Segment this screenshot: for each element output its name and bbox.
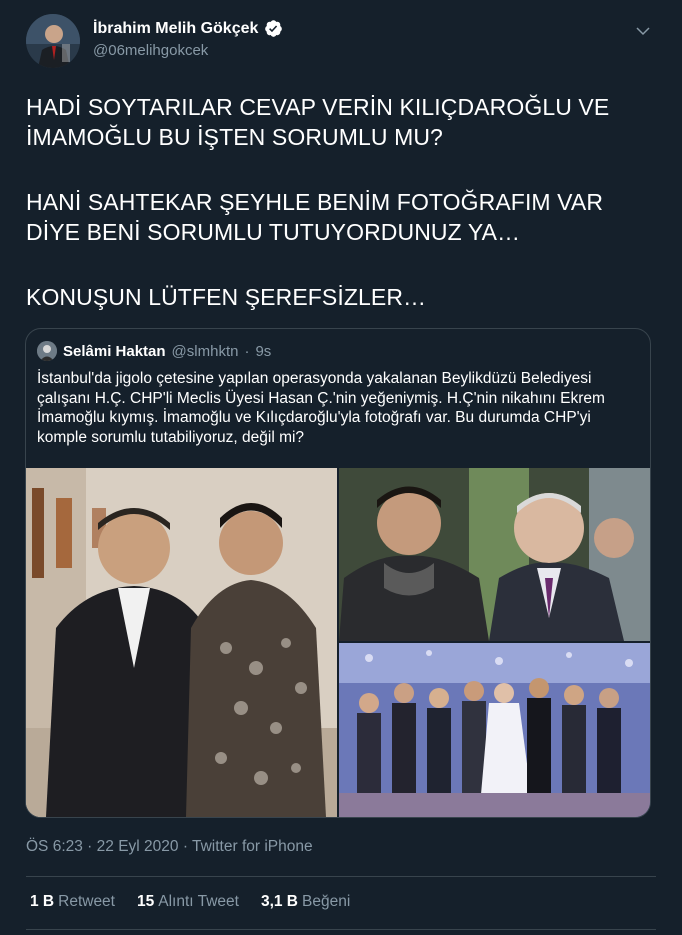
like-stat[interactable]: 3,1 B Beğeni	[261, 893, 350, 911]
quoted-media	[26, 468, 650, 817]
like-count[interactable]: 3,1 B	[261, 893, 298, 910]
author-handle[interactable]: @06melihgokcek	[93, 42, 208, 59]
author-name[interactable]: İbrahim Melih Gökçek	[93, 19, 283, 38]
retweet-label[interactable]: Retweet	[58, 893, 115, 910]
quoted-time: 9s	[255, 342, 272, 360]
tweet-paragraph: HADİ SOYTARILAR CEVAP VERİN KILIÇDAROĞLU…	[26, 94, 610, 150]
verified-badge-icon	[265, 20, 283, 37]
like-label[interactable]: Beğeni	[302, 893, 350, 910]
quoted-separator: ·	[244, 342, 250, 360]
quoted-text: İstanbul'da jigolo çetesine yapılan oper…	[37, 370, 605, 446]
retweet-stat[interactable]: 1 B Retweet	[30, 893, 115, 911]
quote-label[interactable]: Alıntı Tweet	[158, 893, 239, 910]
photo-3[interactable]	[339, 643, 650, 817]
quoted-header: Selâmi Haktan @slmhktn · 9s	[37, 341, 271, 361]
photo-1[interactable]	[26, 468, 337, 817]
chevron-down-icon[interactable]	[634, 22, 652, 40]
divider	[26, 929, 656, 930]
quote-stat[interactable]: 15 Alıntı Tweet	[137, 893, 239, 911]
quoted-avatar	[37, 341, 57, 361]
tweet: İbrahim Melih Gökçek @06melihgokcek HADİ…	[0, 0, 682, 935]
tweet-stats: 1 B Retweet 15 Alıntı Tweet 3,1 B Beğeni	[30, 893, 350, 911]
quoted-handle: @slmhktn	[171, 342, 239, 360]
tweet-timestamp[interactable]: ÖS 6:23 · 22 Eyl 2020 · Twitter for iPho…	[26, 838, 313, 856]
quote-count[interactable]: 15	[137, 893, 154, 910]
tweet-text: HADİ SOYTARILAR CEVAP VERİN KILIÇDAROĞLU…	[26, 92, 656, 347]
quoted-tweet[interactable]: Selâmi Haktan @slmhktn · 9s İstanbul'da …	[25, 328, 651, 818]
retweet-count[interactable]: 1 B	[30, 893, 54, 910]
tweet-paragraph: KONUŞUN LÜTFEN ŞEREFSİZLER…	[26, 284, 427, 310]
quoted-name: Selâmi Haktan	[63, 342, 166, 360]
author-avatar[interactable]	[26, 14, 80, 68]
divider	[26, 876, 656, 877]
photo-2[interactable]	[339, 468, 650, 641]
author-name-text[interactable]: İbrahim Melih Gökçek	[93, 20, 258, 38]
tweet-paragraph: HANİ SAHTEKAR ŞEYHLE BENİM FOTOĞRAFIM VA…	[26, 189, 604, 245]
